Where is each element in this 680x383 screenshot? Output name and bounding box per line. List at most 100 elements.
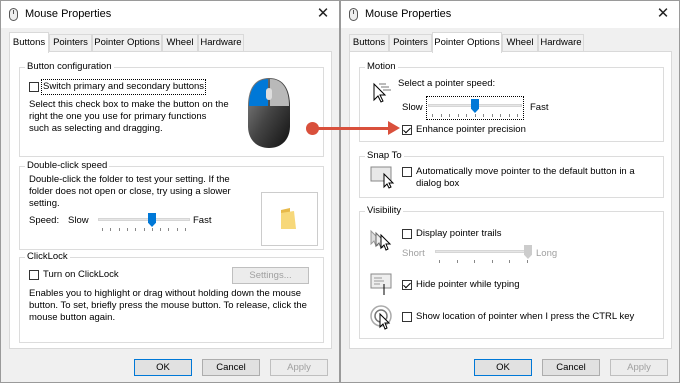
mouse-icon [349,8,358,21]
cancel-button[interactable]: Cancel [542,359,600,376]
short-label: Short [402,248,425,259]
slow-label: Slow [68,215,89,226]
ok-button[interactable]: OK [134,359,192,376]
title-bar[interactable]: Mouse Properties ✕ [1,1,339,28]
enhance-precision-label[interactable]: Enhance pointer precision [416,124,526,136]
slider-tick [127,228,128,231]
double-click-speed-slider[interactable] [98,212,190,232]
slider-tick [527,260,528,263]
pointer-speed-slider[interactable] [426,96,524,120]
clicklock-group: ClickLock Turn on ClickLock Settings... … [19,251,324,343]
tab-pointer-options[interactable]: Pointer Options [92,34,162,52]
tab-pointers[interactable]: Pointers [49,34,92,52]
apply-button[interactable]: Apply [270,359,328,376]
button-config-description: Select this check box to make the button… [29,99,229,134]
slider-tick [449,114,450,117]
apply-button[interactable]: Apply [610,359,668,376]
group-title: Snap To [365,150,404,161]
tab-wheel[interactable]: Wheel [162,34,198,52]
slider-tick [483,114,484,117]
slider-ticks [435,260,532,264]
tab-panel: Motion Select a pointer speed: Slow Fast… [349,51,672,349]
slider-tick [439,260,440,263]
annotation-arrow-line [314,127,394,130]
slider-tick [509,114,510,117]
title-bar[interactable]: Mouse Properties ✕ [341,1,679,28]
switch-buttons-checkbox[interactable] [29,82,39,92]
tab-buttons[interactable]: Buttons [349,34,389,52]
mouse-icon [9,8,18,21]
window-title: Mouse Properties [365,8,452,20]
fast-label: Fast [193,215,212,226]
hide-pointer-checkbox[interactable] [402,280,412,290]
annotation-arrow-dot [306,122,319,135]
tab-wheel[interactable]: Wheel [502,34,538,52]
pointer-speed-icon [373,82,391,103]
tab-buttons[interactable]: Buttons [9,32,49,53]
slider-tick [457,260,458,263]
double-click-description: Double-click the folder to test your set… [29,174,231,209]
window-title: Mouse Properties [25,8,112,20]
slider-tick [492,114,493,117]
enhance-precision-checkbox[interactable] [402,125,412,135]
slider-thumb[interactable] [148,213,156,227]
slider-tick [474,260,475,263]
tab-hardware[interactable]: Hardware [198,34,244,52]
slider-thumb[interactable] [524,245,532,259]
snap-to-label[interactable]: Automatically move pointer to the defaul… [416,166,641,190]
folder-icon[interactable] [276,207,300,231]
show-location-label[interactable]: Show location of pointer when I press th… [416,311,634,323]
snap-to-icon [370,166,395,189]
slider-thumb[interactable] [471,99,479,113]
mouse-properties-window-left: Mouse Properties ✕ Buttons Pointers Poin… [0,0,340,383]
pointer-speed-label: Select a pointer speed: [398,78,496,89]
close-button[interactable]: ✕ [651,2,675,26]
slider-tick [185,228,186,231]
group-title: Visibility [365,205,404,216]
clicklock-checkbox[interactable] [29,270,39,280]
switch-buttons-label[interactable]: Switch primary and secondary buttons [40,79,207,95]
snap-to-checkbox[interactable] [402,167,412,177]
visibility-group: Visibility Display pointer trails Short … [359,205,664,339]
ok-button[interactable]: OK [474,359,532,376]
pointer-trails-label[interactable]: Display pointer trails [416,228,502,240]
pointer-trails-icon [370,229,392,251]
clicklock-settings-button[interactable]: Settings... [232,267,309,284]
clicklock-label[interactable]: Turn on ClickLock [43,269,119,281]
slider-tick [509,260,510,263]
tab-panel: Button configuration Switch primary and … [9,51,332,349]
tab-pointers[interactable]: Pointers [389,34,432,52]
slider-tick [102,228,103,231]
slow-label: Slow [402,102,423,113]
group-title: Motion [365,61,398,72]
mouse-image-icon [248,78,290,148]
group-title: ClickLock [25,251,70,262]
pointer-trails-checkbox[interactable] [402,229,412,239]
test-folder-area[interactable] [261,192,318,246]
hide-pointer-label[interactable]: Hide pointer while typing [416,279,520,291]
tab-hardware[interactable]: Hardware [538,34,584,52]
show-location-checkbox[interactable] [402,312,412,322]
cancel-button[interactable]: Cancel [202,359,260,376]
snap-to-group: Snap To Automatically move pointer to th… [359,150,664,198]
slider-tick [168,228,169,231]
slider-tick [110,228,111,231]
double-click-speed-group: Double-click speed Double-click the fold… [19,160,324,250]
mouse-properties-window-right: Mouse Properties ✕ Buttons Pointers Poin… [340,0,680,383]
slider-tick [432,114,433,117]
slider-tick [466,114,467,117]
slider-tick [441,114,442,117]
pointer-trails-slider[interactable] [435,244,532,264]
slider-tick [152,228,153,231]
hide-pointer-icon [370,273,392,295]
tab-pointer-options[interactable]: Pointer Options [432,32,502,53]
fast-label: Fast [530,102,549,113]
group-title: Button configuration [25,61,114,72]
clicklock-description: Enables you to highlight or drag without… [29,288,307,323]
slider-tick [458,114,459,117]
slider-tick [492,260,493,263]
close-button[interactable]: ✕ [311,2,335,26]
slider-ticks [428,114,522,118]
speed-label: Speed: [29,215,60,226]
slider-ticks [98,228,190,232]
